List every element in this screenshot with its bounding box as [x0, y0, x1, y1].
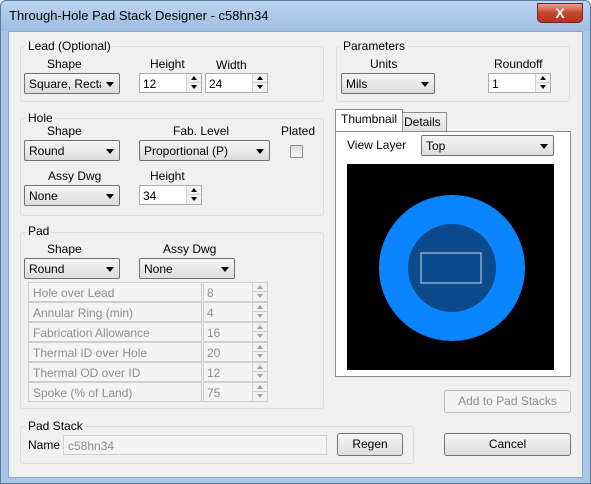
fab-level-dropdown[interactable]: Proportional (P) [139, 140, 270, 161]
hole-over-lead-stepper: 8 [203, 282, 268, 302]
tab-thumbnail-label: Thumbnail [341, 112, 398, 126]
hole-assy-dwg-dropdown[interactable]: None [24, 185, 120, 206]
spin-down-icon [253, 332, 267, 341]
spin-down-icon[interactable] [187, 83, 201, 92]
chevron-down-icon [106, 149, 114, 154]
parameters-group-label: Parameters [341, 39, 408, 53]
spin-down-icon[interactable] [187, 195, 201, 204]
annular-ring-stepper: 4 [203, 302, 268, 322]
lead-width-label: Width [216, 58, 247, 72]
lead-height-value: 12 [143, 77, 157, 91]
spin-down-icon [253, 392, 267, 401]
cancel-button[interactable]: Cancel [444, 433, 571, 456]
regen-button[interactable]: Regen [337, 433, 403, 456]
lead-group-label: Lead (Optional) [26, 39, 113, 53]
spin-up-icon [253, 303, 267, 312]
pad-assy-dwg-value: None [144, 262, 173, 276]
tab-thumbnail[interactable]: Thumbnail [335, 109, 404, 131]
pad-stack-group-label: Pad Stack [26, 419, 85, 433]
lead-shape-value: Square, Rectar [29, 77, 101, 91]
name-label: Name [28, 438, 61, 452]
pad-shape-dropdown[interactable]: Round [24, 258, 120, 279]
hole-height-value: 34 [143, 189, 157, 203]
chevron-down-icon [221, 267, 229, 272]
spin-down-icon [253, 352, 267, 361]
lead-width-value: 24 [209, 77, 223, 91]
pad-stack-name-field[interactable]: c58hn34 [63, 435, 327, 455]
tab-details[interactable]: Details [398, 112, 447, 132]
thermal-od-label: Thermal OD over ID [28, 362, 202, 382]
annular-ring-label: Annular Ring (min) [28, 302, 202, 322]
chevron-down-icon [421, 82, 429, 87]
pad-group-label: Pad [26, 224, 52, 238]
hole-height-stepper[interactable]: 34 [139, 185, 202, 205]
roundoff-stepper[interactable]: 1 [488, 73, 551, 93]
pad-shape-label: Shape [47, 242, 82, 256]
spin-up-icon[interactable] [536, 74, 550, 83]
hole-shape-label: Shape [47, 124, 82, 138]
units-label: Units [370, 57, 398, 71]
fab-level-value: Proportional (P) [144, 144, 229, 158]
roundoff-value: 1 [492, 77, 499, 91]
spoke-stepper: 75 [203, 382, 268, 402]
hole-over-lead-label: Hole over Lead [28, 282, 202, 302]
fabrication-allowance-stepper: 16 [203, 322, 268, 342]
lead-height-label: Height [150, 57, 185, 71]
roundoff-label: Roundoff [494, 57, 543, 71]
pad-thumbnail-canvas [347, 164, 554, 370]
chevron-down-icon [106, 82, 114, 87]
thermal-id-stepper: 20 [203, 342, 268, 362]
thermal-id-label: Thermal ID over Hole [28, 342, 202, 362]
chevron-down-icon [106, 267, 114, 272]
spin-down-icon [253, 292, 267, 301]
chevron-down-icon [106, 194, 114, 199]
spin-down-icon [253, 312, 267, 321]
plated-checkbox[interactable] [290, 145, 303, 158]
spoke-label: Spoke (% of Land) [28, 382, 202, 402]
units-value: Mils [346, 77, 368, 91]
spin-up-icon [253, 323, 267, 332]
close-icon: X [555, 5, 565, 21]
dialog-client-area: Lead (Optional) Shape Height Width Squar… [8, 31, 583, 478]
chevron-down-icon [256, 149, 264, 154]
spin-up-icon [253, 383, 267, 392]
hole-shape-value: Round [29, 144, 65, 158]
thermal-od-stepper: 12 [203, 362, 268, 382]
window-title: Through-Hole Pad Stack Designer - c58hn3… [9, 8, 269, 23]
spin-up-icon[interactable] [187, 74, 201, 83]
lead-height-stepper[interactable]: 12 [139, 73, 202, 93]
title-bar[interactable]: Through-Hole Pad Stack Designer - c58hn3… [1, 1, 590, 31]
spin-up-icon [253, 343, 267, 352]
hole-assy-dwg-value: None [29, 189, 58, 203]
lead-width-stepper[interactable]: 24 [205, 73, 268, 93]
spin-up-icon[interactable] [187, 186, 201, 195]
view-layer-label: View Layer [347, 138, 407, 152]
close-button[interactable]: X [537, 3, 583, 23]
add-to-pad-stacks-button[interactable]: Add to Pad Stacks [444, 390, 571, 413]
spin-down-icon[interactable] [536, 83, 550, 92]
dialog-window: Through-Hole Pad Stack Designer - c58hn3… [0, 0, 591, 484]
fabrication-allowance-label: Fabrication Allowance [28, 322, 202, 342]
view-layer-dropdown[interactable]: Top [421, 135, 554, 156]
hole-assy-dwg-label: Assy Dwg [48, 169, 102, 183]
spin-up-icon[interactable] [253, 74, 267, 83]
lead-shape-dropdown[interactable]: Square, Rectar [24, 73, 120, 94]
pad-shape-value: Round [29, 262, 65, 276]
plated-label: Plated [281, 124, 316, 138]
hole-height-label: Height [150, 169, 185, 183]
spin-up-icon [253, 283, 267, 292]
fab-level-label: Fab. Level [173, 124, 230, 138]
spin-up-icon [253, 363, 267, 372]
spin-down-icon[interactable] [253, 83, 267, 92]
pad-assy-dwg-dropdown[interactable]: None [139, 258, 235, 279]
hole-shape-dropdown[interactable]: Round [24, 140, 120, 161]
tab-details-label: Details [404, 115, 441, 129]
pad-stack-name-value: c58hn34 [68, 439, 115, 453]
units-dropdown[interactable]: Mils [341, 73, 435, 94]
lead-shape-label: Shape [47, 57, 82, 71]
view-layer-value: Top [426, 139, 446, 153]
pad-assy-dwg-label: Assy Dwg [163, 242, 217, 256]
spin-down-icon [253, 372, 267, 381]
chevron-down-icon [540, 144, 548, 149]
